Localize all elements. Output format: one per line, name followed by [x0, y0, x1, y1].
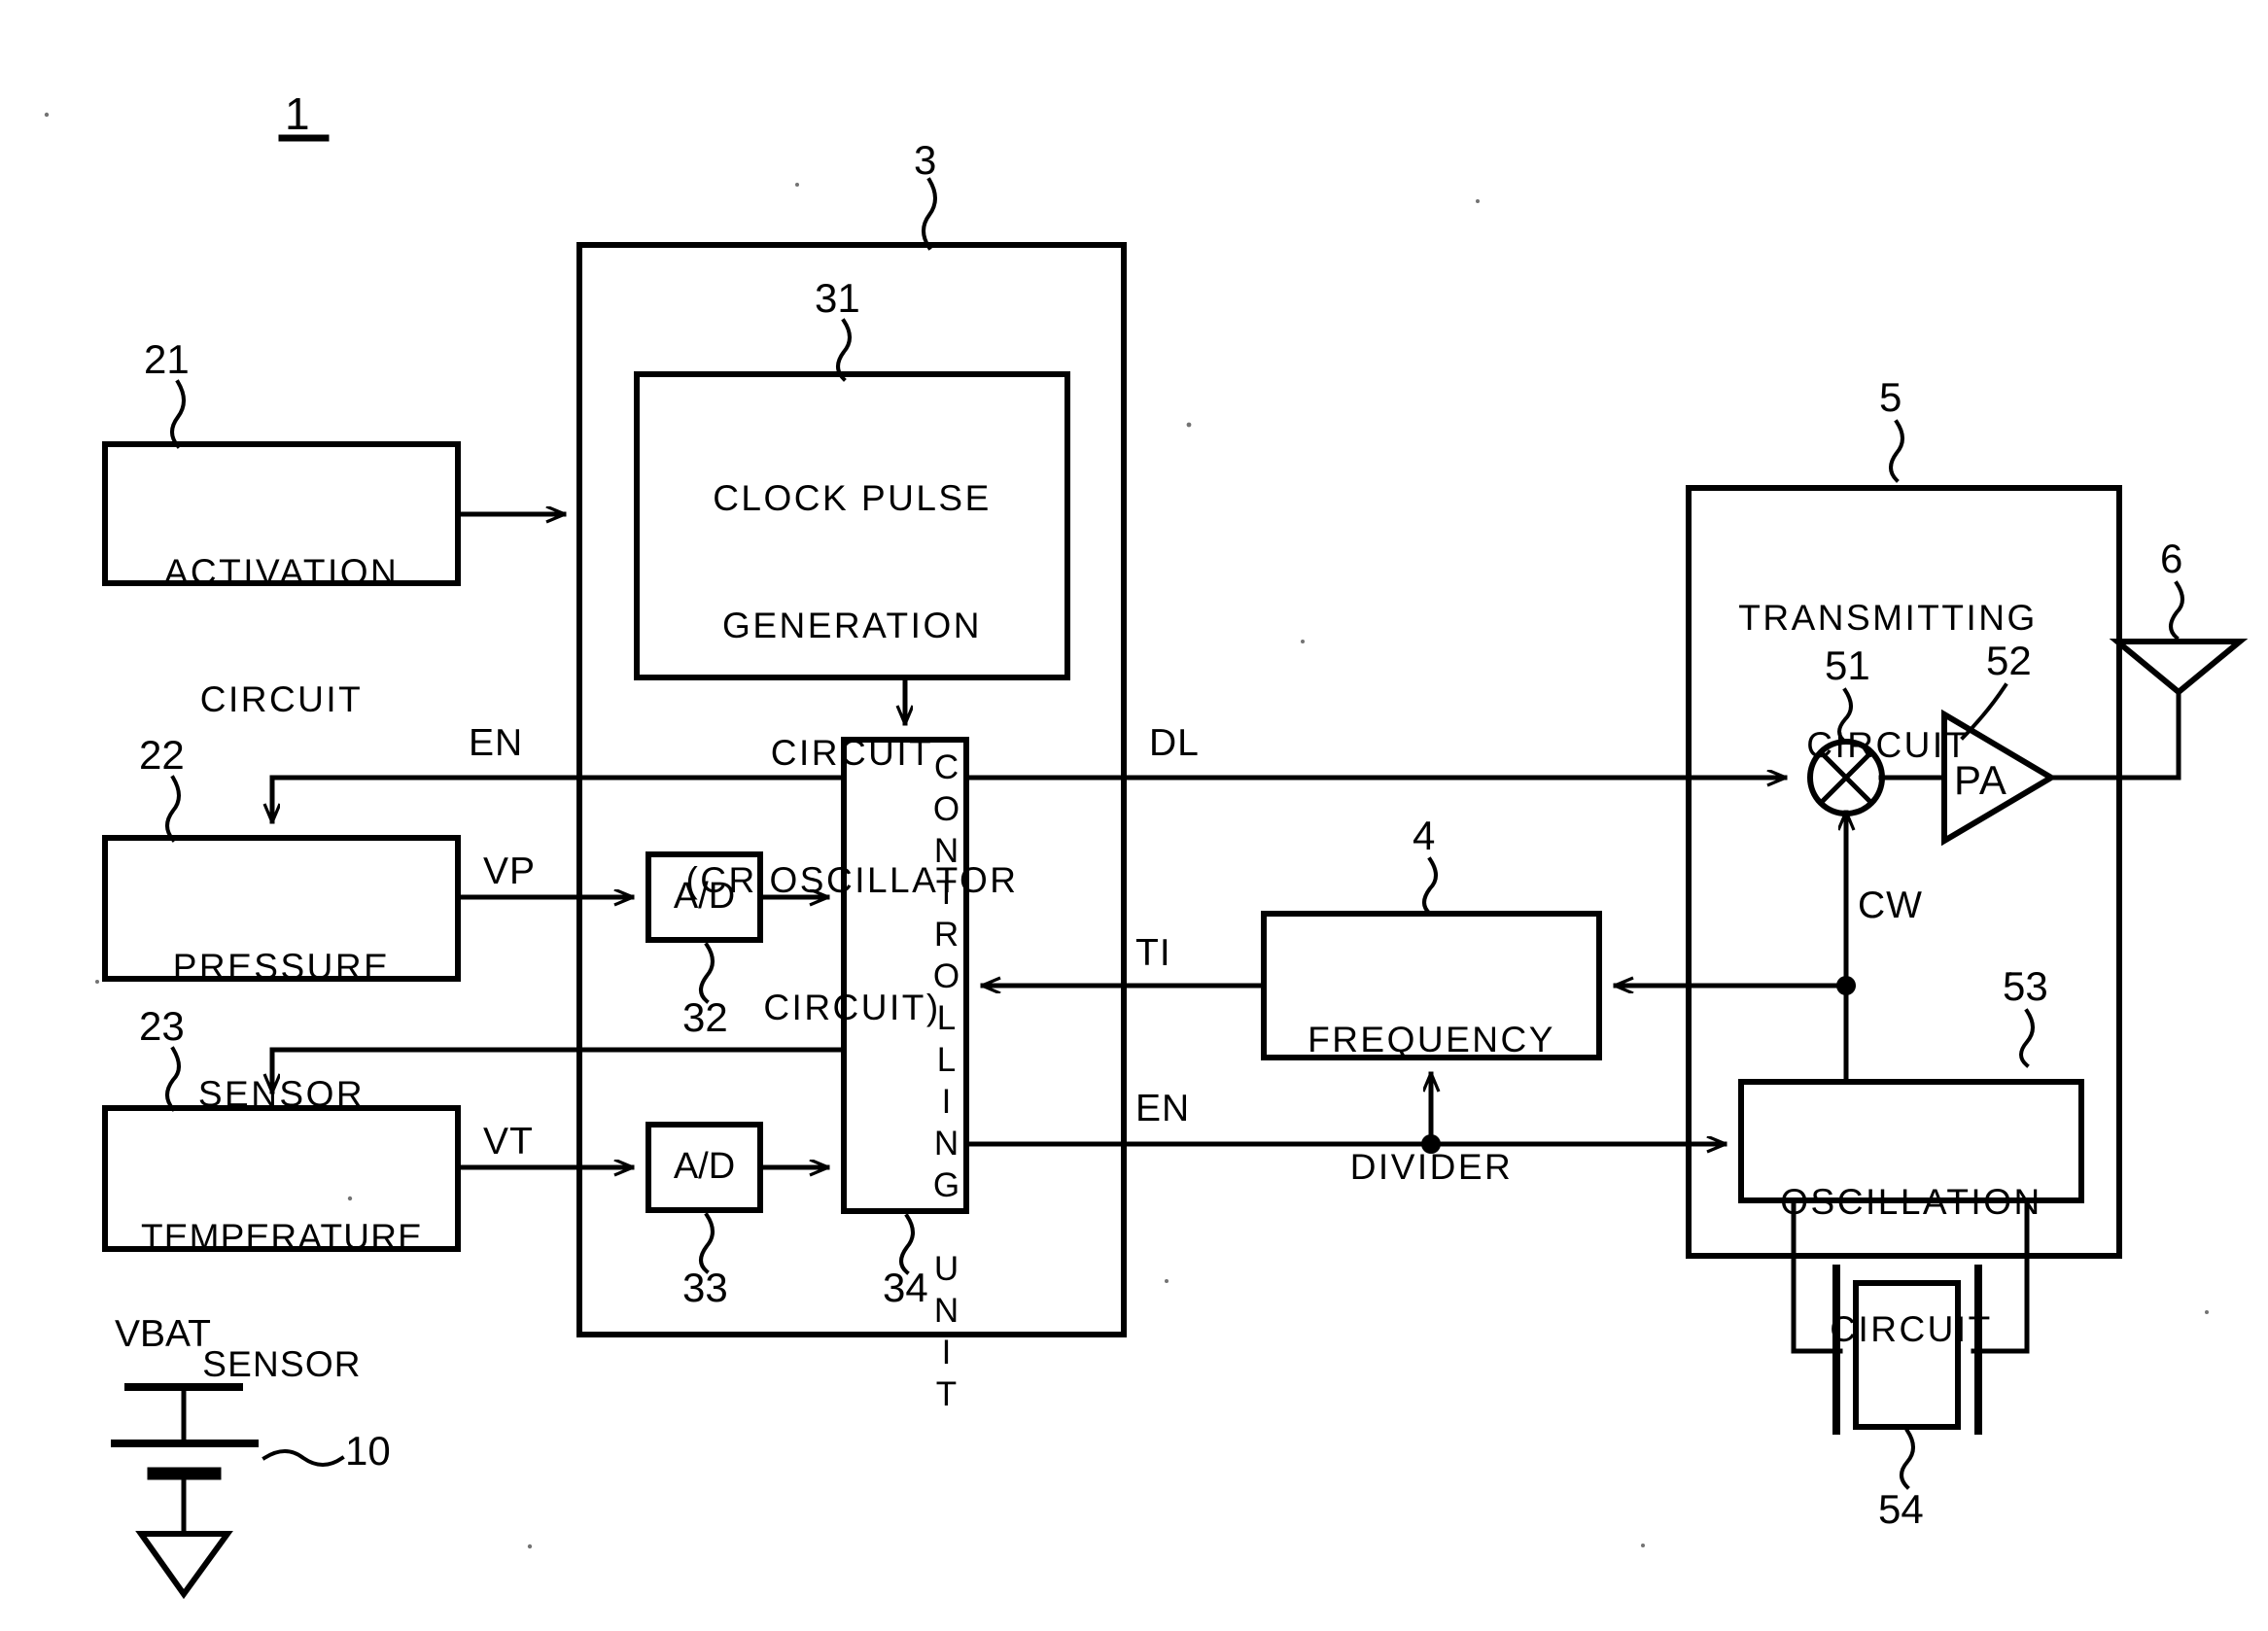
ref-number-crystal-resonator: 54 [1878, 1486, 1924, 1532]
oscillation-circuit-block: OSCILLATION CIRCUIT [1741, 1096, 2081, 1436]
ref-number-frequency-divider: 4 [1413, 813, 1436, 858]
ref-number-signal-processing: 3 [914, 137, 937, 183]
controlling-unit-label: CONTROLLING UNIT [927, 748, 965, 1417]
frequency-divider-block: FREQUENCY DIVIDER [1264, 934, 1599, 1273]
pressure-sensor-line-1: PRESSURE [172, 947, 391, 988]
ad-converter-2-label: A/D [673, 1146, 736, 1187]
activation-circuit-line-2: CIRCUIT [199, 679, 364, 720]
signal-label-cw: CW [1858, 885, 1923, 926]
figure-canvas: 1 3 31 CLOCK PULSE GENERATION CIRCUIT (C… [0, 0, 2268, 1631]
signal-label-dl: DL [1149, 722, 1200, 764]
ref-number-antenna: 6 [2160, 536, 2183, 581]
ref-number-activation-circuit: 21 [144, 336, 190, 382]
ref-number-overall: 1 [285, 88, 310, 139]
pressure-sensor-line-2: SENSOR [197, 1074, 366, 1115]
oscillation-circuit-line-2: CIRCUIT [1830, 1309, 1993, 1350]
signal-label-vt: VT [483, 1121, 534, 1163]
frequency-divider-line-2: DIVIDER [1349, 1147, 1514, 1188]
ref-number-transmitting-circuit: 5 [1879, 374, 1902, 420]
ref-number-controlling-unit: 34 [883, 1265, 928, 1310]
transmitting-circuit-line-2: CIRCUIT [1806, 725, 1970, 766]
ref-number-clock-pulse-generation: 31 [815, 275, 860, 321]
signal-label-en-bottom: EN [1135, 1088, 1191, 1129]
signal-label-vp: VP [483, 850, 537, 892]
ref-number-temperature-sensor: 23 [139, 1003, 185, 1049]
ref-number-power-amplifier: 52 [1986, 638, 2032, 683]
ref-number-ad-converter-2: 33 [682, 1265, 728, 1310]
ref-number-battery: 10 [345, 1428, 391, 1474]
ref-number-oscillation-circuit: 53 [2003, 963, 2048, 1009]
ref-number-pressure-sensor: 22 [139, 732, 185, 778]
battery-voltage-label: VBAT [115, 1313, 211, 1355]
temperature-sensor-block: TEMPERATURE SENSOR [97, 1131, 467, 1471]
oscillation-circuit-line-1: OSCILLATION [1780, 1182, 2042, 1223]
ref-number-mixer: 51 [1825, 642, 1870, 688]
clock-pulse-line-1: CLOCK PULSE [713, 478, 992, 519]
activation-circuit-line-1: ACTIVATION [163, 552, 400, 593]
power-amplifier-label: PA [1954, 757, 2007, 803]
signal-label-ti: TI [1135, 932, 1171, 974]
frequency-divider-line-1: FREQUENCY [1308, 1020, 1555, 1060]
temperature-sensor-line-1: TEMPERATURE [140, 1217, 424, 1258]
signal-label-en-top: EN [469, 722, 524, 764]
ad-converter-1-label: A/D [673, 876, 736, 917]
clock-pulse-line-2: GENERATION [722, 606, 982, 646]
transmitting-circuit-line-1: TRANSMITTING [1738, 598, 2038, 639]
ref-number-ad-converter-1: 32 [682, 994, 728, 1040]
